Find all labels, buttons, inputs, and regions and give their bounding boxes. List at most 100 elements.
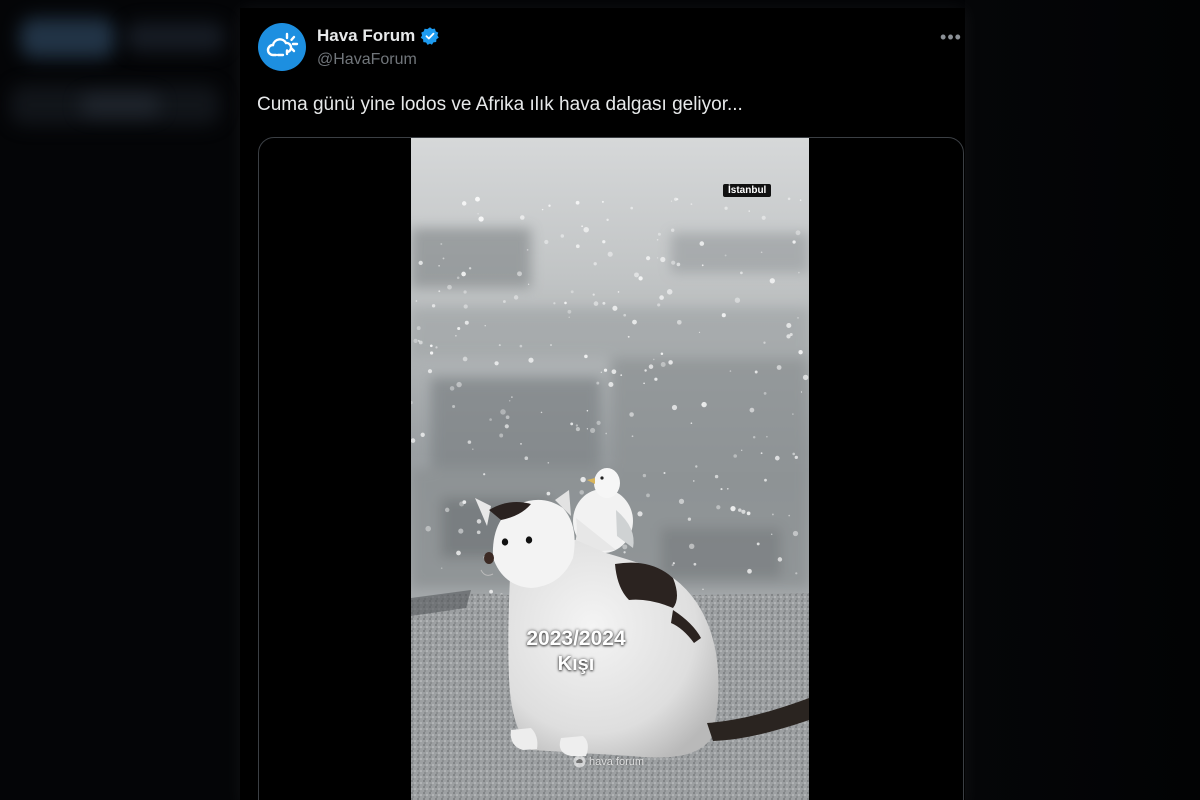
snowflake: [415, 300, 418, 302]
snowflake: [802, 374, 809, 381]
video-caption-season: Kışı: [557, 653, 595, 675]
video-player[interactable]: İstanbul 2023/2024 Kışı hava forum: [411, 138, 809, 800]
snowflake: [656, 257, 659, 259]
snowflake: [644, 369, 647, 372]
snowflake: [627, 335, 630, 338]
snowflake: [568, 316, 570, 318]
snowflake: [435, 346, 438, 349]
snowflake: [413, 338, 418, 344]
snowflake: [788, 514, 791, 517]
snowflake: [429, 344, 433, 348]
snowflake: [519, 344, 523, 348]
snowflake: [726, 487, 729, 490]
blurred-element: [80, 95, 160, 115]
snowflake: [475, 196, 480, 202]
snowflake: [701, 401, 707, 408]
snowflake: [575, 200, 580, 205]
snowflake: [499, 433, 504, 438]
more-options-button[interactable]: •••: [937, 25, 965, 49]
snowflake: [733, 454, 737, 458]
snowflake: [741, 509, 746, 514]
tweet-text: Cuma günü yine lodos ve Afrika ılık hava…: [257, 94, 743, 115]
snowflake: [520, 215, 525, 220]
snowflake: [553, 302, 556, 305]
author-name-text[interactable]: Hava Forum: [317, 26, 415, 46]
snowflake: [584, 354, 588, 359]
snowflake: [417, 339, 420, 342]
snowflake: [763, 341, 766, 344]
tweet-card: Hava Forum @HavaForum ••• Cuma günü yine…: [240, 8, 965, 800]
snowflake: [702, 588, 704, 590]
snowflake: [581, 225, 583, 228]
snowflake: [642, 473, 647, 478]
snowflake: [752, 435, 756, 439]
snowflake: [456, 550, 461, 556]
snowflake: [489, 589, 493, 594]
snowflake: [440, 567, 443, 569]
author-name[interactable]: Hava Forum: [317, 26, 440, 46]
snowflake: [798, 350, 803, 355]
snowflake: [671, 404, 678, 411]
snowflake: [666, 289, 673, 295]
snowflake: [623, 551, 626, 554]
snowflake: [429, 351, 434, 355]
snowflake: [749, 407, 755, 413]
snowflake: [799, 199, 802, 202]
snowflake: [567, 309, 572, 314]
video-caption-year: 2023/2024: [526, 627, 626, 650]
snowflake: [724, 254, 727, 257]
snowflake: [634, 272, 639, 278]
snowflake: [672, 562, 675, 565]
snowflake: [630, 206, 634, 210]
snowflake: [676, 262, 681, 267]
author-handle[interactable]: @HavaForum: [317, 51, 417, 69]
snowflake: [798, 271, 800, 274]
snowflake: [769, 278, 775, 284]
snowflake: [631, 435, 634, 438]
snowflake: [611, 369, 617, 375]
snowflake: [544, 239, 549, 245]
avatar[interactable]: [258, 23, 306, 71]
snowflake: [464, 320, 469, 325]
snowflake: [777, 557, 783, 562]
snowflake: [714, 474, 719, 479]
snowflake: [760, 251, 763, 254]
snowflake: [457, 326, 461, 331]
snowflake: [699, 241, 705, 246]
snowflake: [787, 197, 791, 201]
snowflake: [800, 391, 803, 393]
snowflake: [596, 381, 600, 385]
snowflake: [738, 508, 742, 512]
snowflake: [416, 326, 421, 331]
snowflake: [637, 511, 643, 517]
snowflake: [550, 344, 552, 346]
snowflake: [638, 276, 643, 281]
snowflake: [447, 284, 452, 290]
snowflake: [476, 530, 481, 535]
snowflake: [462, 500, 467, 504]
snowflake: [456, 381, 462, 388]
snowflake: [620, 374, 623, 376]
snowflake: [511, 396, 513, 398]
snowflake: [592, 293, 595, 296]
snowflake: [440, 243, 443, 245]
snowflake: [471, 448, 474, 451]
snowflake: [720, 488, 723, 491]
verified-badge-icon: [420, 26, 440, 46]
snowflake: [560, 234, 565, 238]
snowflake: [656, 239, 659, 241]
snowflake: [676, 319, 682, 325]
snowflake: [444, 507, 450, 513]
snowflake: [792, 240, 796, 244]
snowflake: [771, 513, 774, 516]
snowflake: [792, 530, 799, 537]
snowflake: [741, 449, 743, 451]
tweet-media[interactable]: İstanbul 2023/2024 Kışı hava forum: [258, 137, 964, 800]
snowflake: [547, 462, 550, 464]
snowflake: [452, 404, 456, 409]
snowflake: [648, 364, 654, 369]
snowflake: [590, 427, 596, 433]
snowflake: [546, 491, 551, 496]
snowflake: [674, 197, 678, 201]
snowflake: [693, 562, 697, 566]
